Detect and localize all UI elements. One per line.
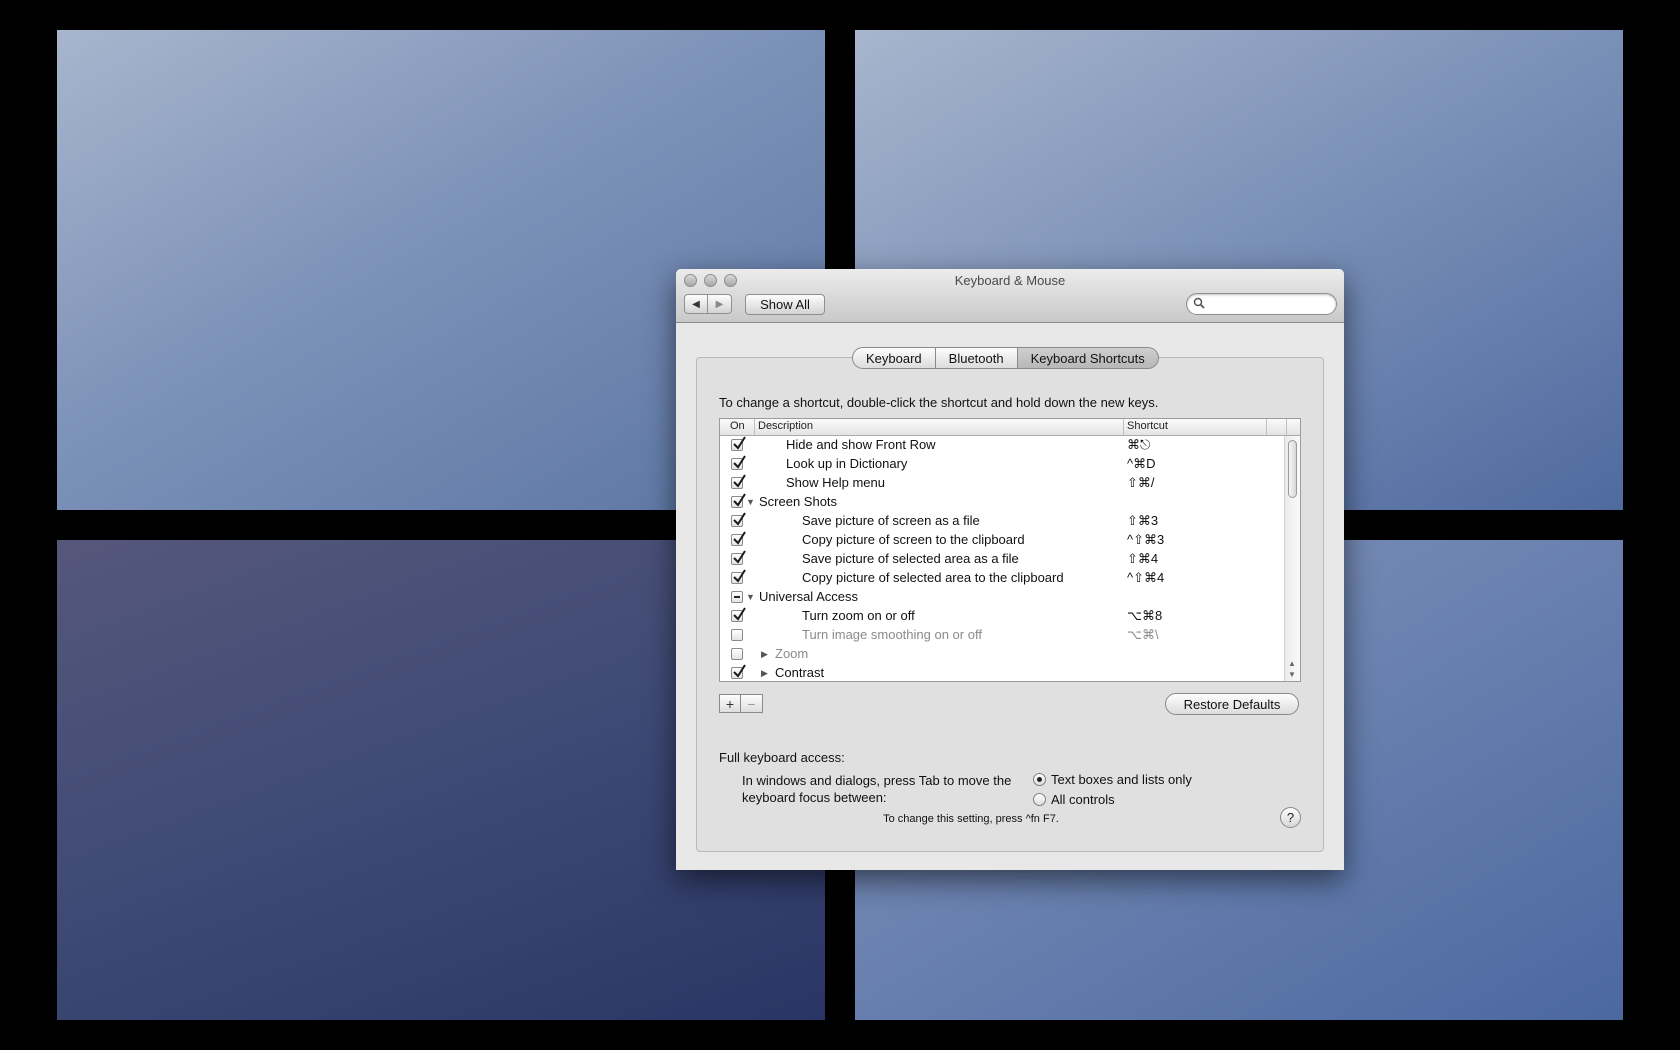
column-header-description[interactable]: Description bbox=[758, 420, 813, 432]
table-row[interactable]: Look up in Dictionary ^⌘D bbox=[720, 455, 1300, 474]
forward-button[interactable]: ▶ bbox=[708, 294, 732, 314]
vertical-scrollbar[interactable]: ▲ ▼ bbox=[1284, 436, 1300, 681]
table-row[interactable]: ▶ Contrast bbox=[720, 664, 1300, 681]
show-all-button[interactable]: Show All bbox=[745, 294, 825, 315]
row-description: Hide and show Front Row bbox=[786, 437, 936, 452]
full-keyboard-access-description: In windows and dialogs, press Tab to mov… bbox=[742, 773, 1012, 805]
table-body: Hide and show Front Row ⌘⎋ Look up in Dict… bbox=[720, 436, 1300, 681]
row-description: Show Help menu bbox=[786, 475, 885, 490]
row-description: Screen Shots bbox=[759, 494, 838, 509]
checkbox-mixed[interactable] bbox=[731, 591, 743, 603]
full-keyboard-access-label: Full keyboard access: bbox=[719, 750, 845, 765]
back-arrow-icon: ◀ bbox=[692, 298, 700, 310]
row-shortcut[interactable]: ⇧⌘/ bbox=[1127, 475, 1155, 491]
row-shortcut[interactable]: ⌥⌘8 bbox=[1127, 608, 1162, 624]
radio-label: All controls bbox=[1051, 792, 1115, 807]
row-description: Turn zoom on or off bbox=[802, 608, 915, 623]
checkbox-checked[interactable] bbox=[731, 493, 746, 508]
row-description: Universal Access bbox=[759, 589, 858, 604]
disclosure-expanded-icon[interactable]: ▼ bbox=[746, 592, 755, 602]
checkbox-checked[interactable] bbox=[731, 512, 746, 527]
table-row[interactable]: Copy picture of selected area to the cli… bbox=[720, 569, 1300, 588]
checkbox-checked[interactable] bbox=[731, 455, 746, 470]
checkbox-checked[interactable] bbox=[731, 531, 746, 546]
table-header: On Description Shortcut bbox=[720, 419, 1300, 436]
tab-keyboard-shortcuts[interactable]: Keyboard Shortcuts bbox=[1017, 347, 1159, 369]
keyboard-access-hint: To change this setting, press ^fn F7. bbox=[883, 813, 1059, 825]
help-button[interactable]: ? bbox=[1280, 807, 1301, 828]
radio-unselected-icon[interactable] bbox=[1033, 793, 1046, 806]
disclosure-collapsed-icon[interactable]: ▶ bbox=[761, 668, 768, 679]
row-shortcut[interactable]: ⇧⌘3 bbox=[1127, 513, 1158, 529]
row-description: Contrast bbox=[775, 665, 825, 680]
search-field[interactable] bbox=[1186, 293, 1337, 315]
checkbox-checked[interactable] bbox=[731, 607, 746, 622]
checkbox-checked[interactable] bbox=[731, 664, 746, 679]
row-shortcut[interactable]: ⇧⌘4 bbox=[1127, 551, 1158, 567]
nav-group: ◀ ▶ bbox=[684, 294, 732, 314]
row-description: Turn image smoothing on or off bbox=[802, 627, 982, 642]
window-title: Keyboard & Mouse bbox=[954, 273, 1066, 288]
row-description: Copy picture of screen to the clipboard bbox=[802, 532, 1025, 547]
table-row[interactable]: Hide and show Front Row ⌘⎋ bbox=[720, 436, 1300, 455]
table-row[interactable]: Show Help menu ⇧⌘/ bbox=[720, 474, 1300, 493]
row-description: Copy picture of selected area to the cli… bbox=[802, 570, 1064, 585]
table-row[interactable]: Copy picture of screen to the clipboard ^… bbox=[720, 531, 1300, 550]
instructions-text: To change a shortcut, double-click the s… bbox=[719, 395, 1159, 410]
table-row[interactable]: Save picture of selected area as a file ⇧… bbox=[720, 550, 1300, 569]
radio-all-controls[interactable]: All controls bbox=[1033, 792, 1115, 807]
remove-shortcut-button[interactable]: − bbox=[741, 694, 763, 713]
table-row[interactable]: Turn image smoothing on or off ⌥⌘\ bbox=[720, 626, 1300, 645]
add-remove-group: + − bbox=[719, 694, 763, 713]
checkbox-checked[interactable] bbox=[731, 550, 746, 565]
search-icon bbox=[1193, 297, 1205, 309]
titlebar[interactable]: Keyboard & Mouse ◀ ▶ Show All bbox=[676, 269, 1344, 323]
radio-label: Text boxes and lists only bbox=[1051, 772, 1192, 787]
checkbox-unchecked[interactable] bbox=[731, 629, 743, 641]
row-description: Look up in Dictionary bbox=[786, 456, 908, 471]
row-shortcut[interactable]: ⌘⎋ bbox=[1127, 437, 1150, 453]
table-row[interactable]: ▼ Screen Shots bbox=[720, 493, 1300, 512]
table-row[interactable]: ▼ Universal Access bbox=[720, 588, 1300, 607]
table-row[interactable]: Save picture of screen as a file ⇧⌘3 bbox=[720, 512, 1300, 531]
tab-bar: Keyboard Bluetooth Keyboard Shortcuts bbox=[852, 347, 1159, 369]
scroll-thumb[interactable] bbox=[1288, 440, 1297, 498]
scroll-down-icon[interactable]: ▼ bbox=[1288, 670, 1296, 679]
column-header-shortcut[interactable]: Shortcut bbox=[1127, 420, 1168, 432]
add-shortcut-button[interactable]: + bbox=[719, 694, 741, 713]
row-description: Save picture of screen as a file bbox=[802, 513, 980, 528]
row-description: Zoom bbox=[775, 646, 809, 661]
radio-text-boxes-lists[interactable]: Text boxes and lists only bbox=[1033, 772, 1192, 787]
column-header-on[interactable]: On bbox=[730, 420, 745, 432]
shortcuts-table[interactable]: On Description Shortcut Hide and show Fr… bbox=[719, 418, 1301, 682]
table-row[interactable]: ▶ Zoom bbox=[720, 645, 1300, 664]
checkbox-checked[interactable] bbox=[731, 569, 746, 584]
row-shortcut[interactable]: ^⇧⌘4 bbox=[1127, 570, 1164, 586]
disclosure-expanded-icon[interactable]: ▼ bbox=[746, 497, 755, 507]
checkbox-checked[interactable] bbox=[731, 436, 746, 451]
tab-bluetooth[interactable]: Bluetooth bbox=[935, 347, 1018, 369]
row-description: Save picture of selected area as a file bbox=[802, 551, 1019, 566]
scroll-up-icon[interactable]: ▲ bbox=[1288, 659, 1296, 668]
restore-defaults-button[interactable]: Restore Defaults bbox=[1165, 693, 1299, 715]
row-shortcut[interactable]: ^⇧⌘3 bbox=[1127, 532, 1164, 548]
checkbox-checked[interactable] bbox=[731, 474, 746, 489]
keyboard-mouse-window: Keyboard & Mouse ◀ ▶ Show All Keyboard B… bbox=[676, 269, 1344, 870]
disclosure-collapsed-icon[interactable]: ▶ bbox=[761, 649, 768, 660]
radio-selected-icon[interactable] bbox=[1033, 773, 1046, 786]
table-row[interactable]: Turn zoom on or off ⌥⌘8 bbox=[720, 607, 1300, 626]
tab-keyboard[interactable]: Keyboard bbox=[852, 347, 936, 369]
checkbox-unchecked[interactable] bbox=[731, 648, 743, 660]
forward-arrow-icon: ▶ bbox=[715, 298, 724, 310]
row-shortcut[interactable]: ⌥⌘\ bbox=[1127, 627, 1159, 643]
row-shortcut[interactable]: ^⌘D bbox=[1127, 456, 1156, 472]
back-button[interactable]: ◀ bbox=[684, 294, 708, 314]
